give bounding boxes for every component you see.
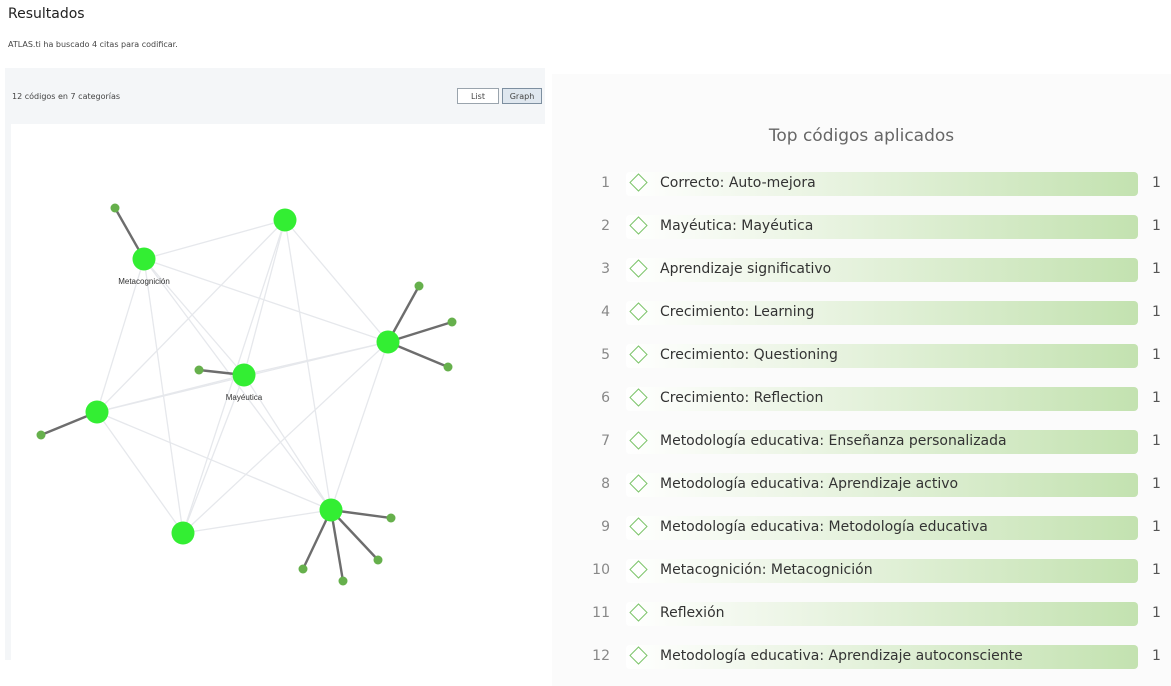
code-count: 1 [1152, 519, 1161, 535]
leaf-node [110, 203, 120, 213]
code-count: 1 [1152, 218, 1161, 234]
code-count: 1 [1152, 175, 1161, 191]
code-row[interactable]: 9 Metodología educativa: Metodología educ… [552, 516, 1171, 559]
code-row[interactable]: 10 Metacognición: Metacognición 1 [552, 559, 1171, 602]
rank-number: 6 [601, 390, 610, 406]
rank-number: 11 [592, 605, 610, 621]
code-label: Metacognición: Metacognición [660, 562, 873, 578]
code-network-graph[interactable]: Metacognición Mayéutica [11, 124, 549, 660]
code-row[interactable]: 1 Correcto: Auto-mejora 1 [552, 172, 1171, 215]
code-label: Aprendizaje significativo [660, 261, 832, 277]
code-row[interactable]: 6 Crecimiento: Reflection 1 [552, 387, 1171, 430]
leaf-node [338, 576, 348, 586]
rank-number: 3 [601, 261, 610, 277]
node-metacognicion [132, 247, 156, 271]
code-label: Crecimiento: Learning [660, 304, 815, 320]
code-label: Metodología educativa: Metodología educa… [660, 519, 988, 535]
top-codes-list: 1 Correcto: Auto-mejora 1 2 Mayéutica: Mayéu… [552, 172, 1171, 686]
category-node [376, 330, 400, 354]
code-label: Metodología educativa: Enseñanza persona… [660, 433, 1007, 449]
code-label: Mayéutica: Mayéutica [660, 218, 814, 234]
leaf-node [414, 281, 424, 291]
code-count: 1 [1152, 261, 1161, 277]
graph-view-button[interactable]: Graph [502, 88, 542, 104]
top-codes-title: Top códigos aplicados [768, 126, 955, 146]
rank-number: 4 [601, 304, 610, 320]
code-row[interactable]: 11 Reflexión 1 [552, 602, 1171, 645]
code-count: 1 [1152, 605, 1161, 621]
code-count: 1 [1152, 390, 1161, 406]
codes-graph-panel: 12 códigos en 7 categorías List Graph Me… [5, 68, 549, 660]
page-title: Resultados [8, 6, 85, 22]
leaf-node [298, 564, 308, 574]
code-count: 1 [1152, 347, 1161, 363]
code-row[interactable]: 12 Metodología educativa: Aprendizaje aut… [552, 645, 1171, 686]
label-mayeutica: Mayéutica [226, 393, 263, 402]
code-label: Correcto: Auto-mejora [660, 175, 816, 191]
code-row[interactable]: 2 Mayéutica: Mayéutica 1 [552, 215, 1171, 258]
rank-number: 7 [601, 433, 610, 449]
category-node [85, 400, 109, 424]
rank-number: 1 [601, 175, 610, 191]
code-label: Crecimiento: Questioning [660, 347, 838, 363]
leaf-node [36, 430, 46, 440]
leaf-node [443, 362, 453, 372]
code-label: Crecimiento: Reflection [660, 390, 824, 406]
code-count: 1 [1152, 562, 1161, 578]
code-row[interactable]: 4 Crecimiento: Learning 1 [552, 301, 1171, 344]
codes-summary: 12 códigos en 7 categorías [12, 92, 121, 101]
leaf-node [373, 555, 383, 565]
code-count: 1 [1152, 433, 1161, 449]
leaf-node [447, 317, 457, 327]
code-row[interactable]: 8 Metodología educativa: Aprendizaje acti… [552, 473, 1171, 516]
list-view-button[interactable]: List [457, 88, 499, 104]
leaf-node [194, 365, 204, 375]
category-node [273, 208, 297, 232]
category-node [319, 498, 343, 522]
node-mayeutica [232, 363, 256, 387]
code-row[interactable]: 7 Metodología educativa: Enseñanza person… [552, 430, 1171, 473]
code-count: 1 [1152, 476, 1161, 492]
code-label: Reflexión [660, 605, 725, 621]
code-label: Metodología educativa: Aprendizaje activ… [660, 476, 959, 492]
rank-number: 8 [601, 476, 610, 492]
rank-number: 10 [592, 562, 610, 578]
code-count: 1 [1152, 304, 1161, 320]
code-count: 1 [1152, 648, 1161, 664]
results-page: Resultados ATLAS.ti ha buscado 4 citas p… [0, 0, 1171, 686]
label-metacognicion: Metacognición [118, 277, 170, 286]
code-row[interactable]: 5 Crecimiento: Questioning 1 [552, 344, 1171, 387]
category-node [171, 521, 195, 545]
rank-number: 5 [601, 347, 610, 363]
top-codes-panel: Top códigos aplicados 1 Correcto: Auto-me… [552, 74, 1171, 686]
rank-number: 2 [601, 218, 610, 234]
page-subtitle: ATLAS.ti ha buscado 4 citas para codific… [8, 40, 178, 49]
rank-number: 9 [601, 519, 610, 535]
code-row[interactable]: 3 Aprendizaje significativo 1 [552, 258, 1171, 301]
leaf-node [386, 513, 396, 523]
view-toggle: List Graph [457, 88, 542, 104]
code-label: Metodología educativa: Aprendizaje autoc… [660, 648, 1023, 664]
rank-number: 12 [592, 648, 610, 664]
